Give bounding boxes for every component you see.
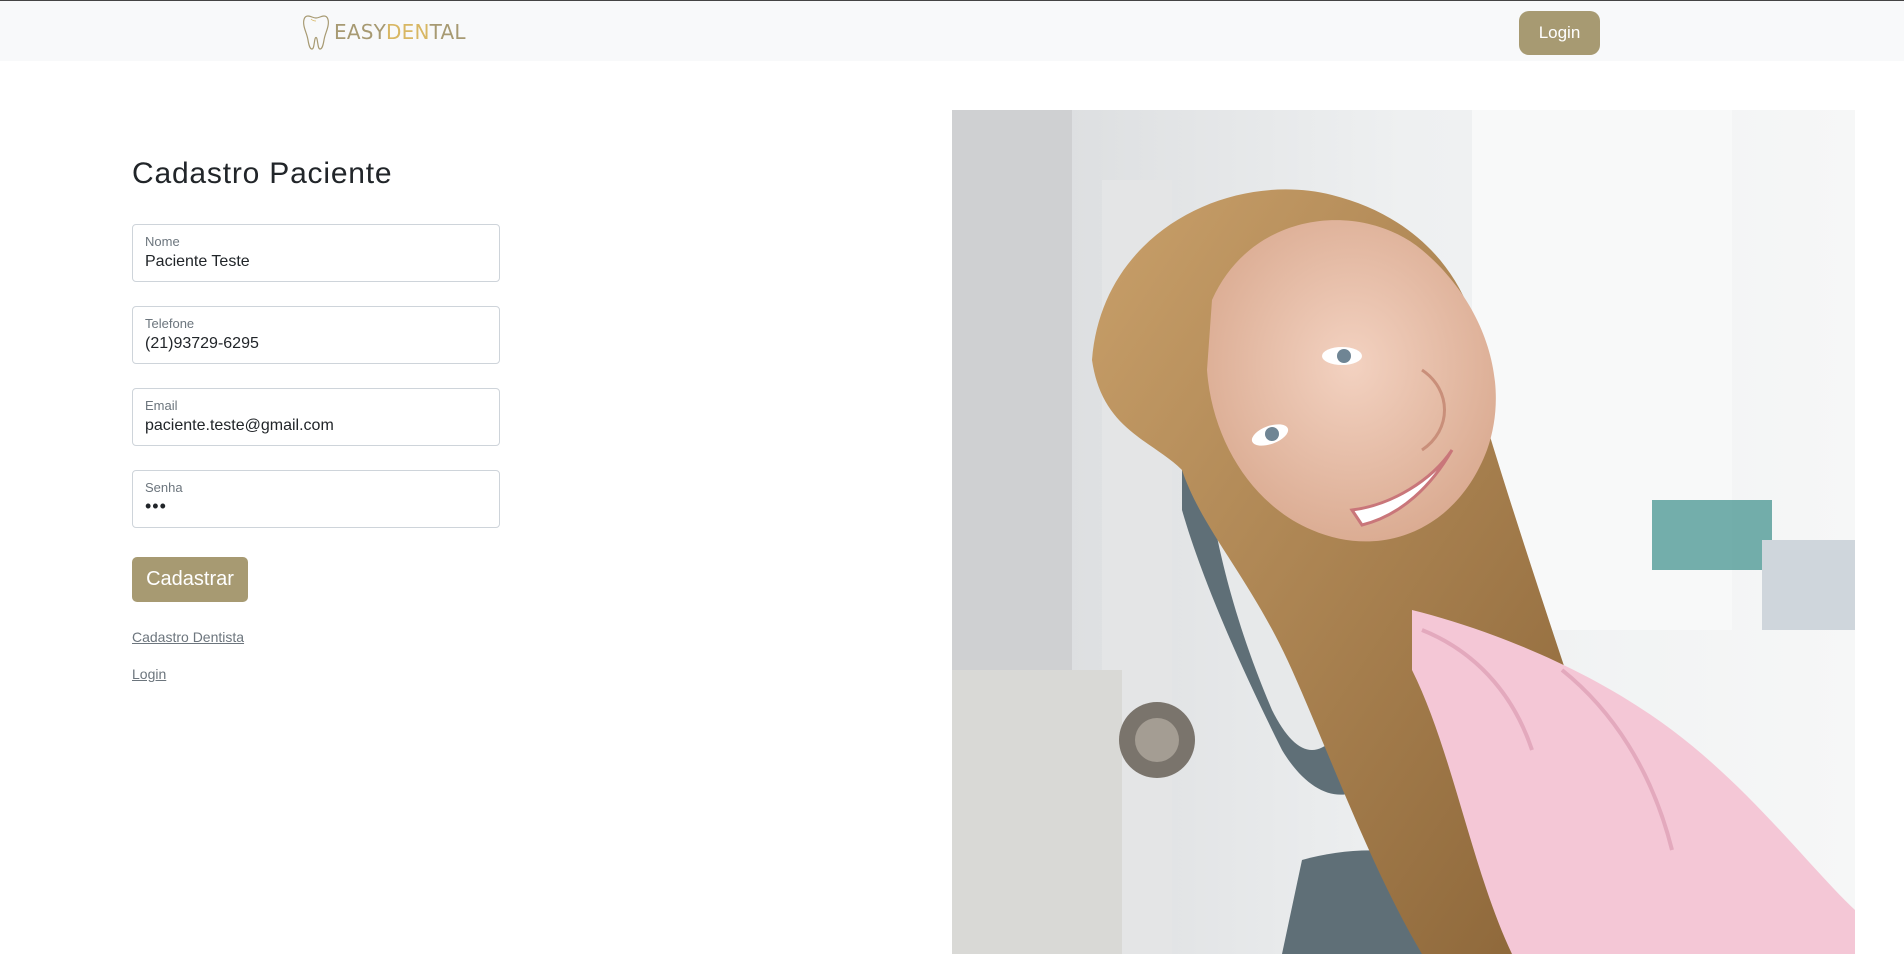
tooth-icon xyxy=(303,15,329,50)
name-field[interactable]: Nome Paciente Teste xyxy=(132,224,500,282)
password-value[interactable]: ••• xyxy=(145,496,167,517)
email-label: Email xyxy=(145,398,178,413)
name-value[interactable]: Paciente Teste xyxy=(145,253,250,271)
patient-illustration xyxy=(952,110,1855,954)
email-value[interactable]: paciente.teste@gmail.com xyxy=(145,417,334,435)
phone-value[interactable]: (21)93729-6295 xyxy=(145,335,259,353)
password-field[interactable]: Senha ••• xyxy=(132,470,500,528)
phone-field[interactable]: Telefone (21)93729-6295 xyxy=(132,306,500,364)
register-dentist-link[interactable]: Cadastro Dentista xyxy=(132,629,244,645)
brand-logo[interactable]: EASYDENTAL xyxy=(302,13,466,51)
login-button[interactable]: Login xyxy=(1519,11,1600,55)
password-label: Senha xyxy=(145,480,183,495)
top-navbar: EASYDENTAL Login xyxy=(0,0,1904,61)
phone-label: Telefone xyxy=(145,316,195,331)
login-link[interactable]: Login xyxy=(132,666,166,682)
dental-patient-photo xyxy=(952,110,1855,954)
name-label: Nome xyxy=(145,234,180,249)
register-button[interactable]: Cadastrar xyxy=(132,557,248,602)
email-field[interactable]: Email paciente.teste@gmail.com xyxy=(132,388,500,446)
page-title: Cadastro Paciente xyxy=(132,157,393,190)
brand-name: EASYDENTAL xyxy=(334,20,466,44)
